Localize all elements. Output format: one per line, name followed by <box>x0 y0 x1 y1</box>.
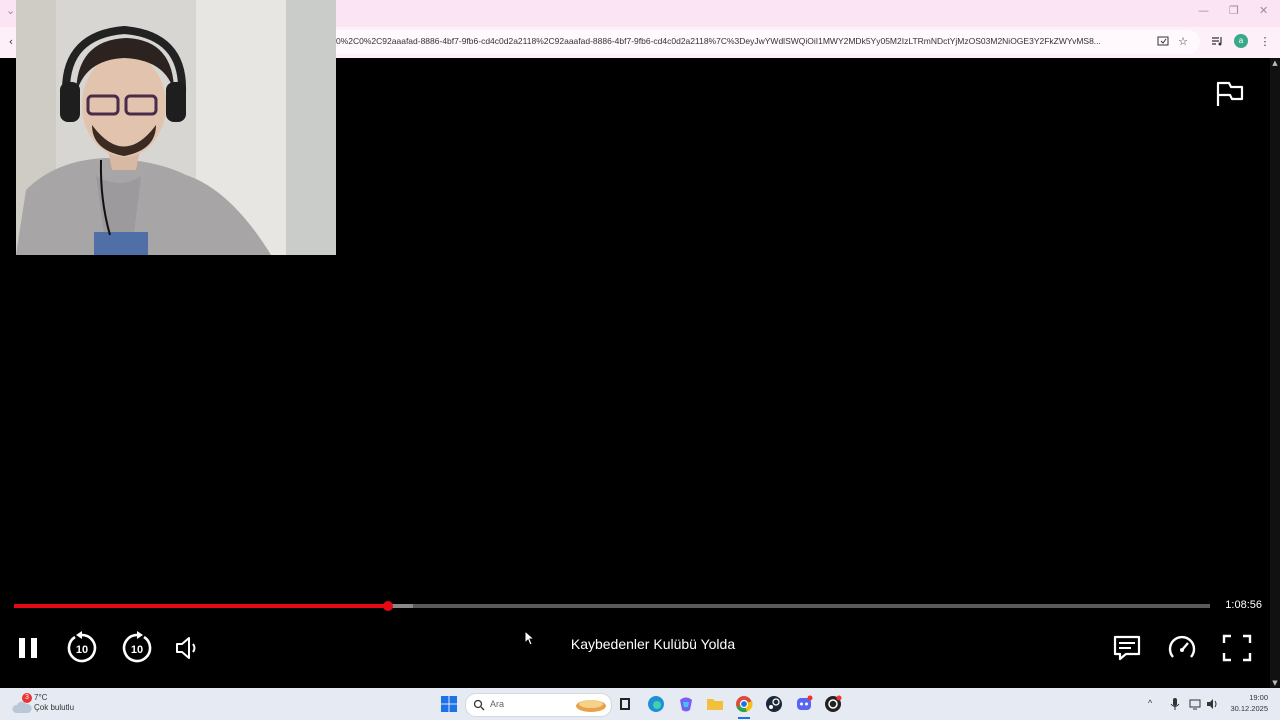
progress-fill <box>14 604 389 608</box>
app-icon[interactable] <box>824 695 842 713</box>
volume-button[interactable] <box>170 631 204 665</box>
speed-gauge-icon <box>1168 635 1196 658</box>
weather-description: Çok bulutlu <box>34 703 75 712</box>
skip-back-label: 10 <box>76 644 88 656</box>
restore-icon[interactable]: ❐ <box>1229 4 1239 17</box>
episode-title: Kaybedenler Kulübü Yolda <box>570 636 736 652</box>
fullscreen-button[interactable] <box>1220 631 1254 665</box>
chrome-icon[interactable] <box>735 695 753 713</box>
tray-overflow-icon[interactable]: ^ <box>1148 698 1152 708</box>
media-control-icon[interactable] <box>1210 34 1224 48</box>
close-icon[interactable]: ✕ <box>1259 4 1268 17</box>
steam-icon[interactable] <box>765 695 783 713</box>
taskbar-search[interactable]: Ara <box>465 693 612 717</box>
speaker-icon[interactable] <box>1205 697 1219 711</box>
windows-start-icon[interactable] <box>440 695 458 713</box>
volume-icon <box>176 637 196 659</box>
report-flag-icon[interactable] <box>1215 80 1245 108</box>
skip-back-10-button[interactable]: 10 <box>65 631 99 665</box>
minimize-icon[interactable]: — <box>1198 4 1209 17</box>
discord-icon[interactable] <box>795 695 813 713</box>
subtitles-icon <box>1113 635 1141 661</box>
search-highlight-icon <box>576 700 606 712</box>
save-page-icon[interactable] <box>1156 34 1170 48</box>
playback-speed-button[interactable] <box>1165 631 1199 665</box>
webcam-overlay <box>16 0 336 255</box>
progress-bar[interactable] <box>14 601 1210 611</box>
weather-temperature: 7°C <box>34 693 48 702</box>
skip-forward-label: 10 <box>131 644 143 656</box>
browser-menu-icon[interactable]: ⋮ <box>1258 34 1272 48</box>
time-remaining: 1:08:56 <box>1225 599 1262 611</box>
active-app-indicator <box>738 717 750 719</box>
webcam-image <box>16 0 336 255</box>
search-icon <box>473 699 485 711</box>
microphone-icon[interactable] <box>1168 697 1182 711</box>
url-text[interactable]: 0%2C0%2C92aaafad-8886-4bf7-9fb6-cd4c0d2a… <box>336 36 1146 46</box>
taskbar: 3 7°C Çok bulutlu Ara ^ 19:00 30.12.2025 <box>0 688 1280 720</box>
mouse-cursor-icon <box>524 630 536 646</box>
weather-widget[interactable]: 3 7°C Çok bulutlu <box>10 693 90 717</box>
progress-scrubber[interactable] <box>383 601 394 611</box>
pause-button[interactable] <box>11 631 45 665</box>
fullscreen-icon <box>1222 634 1252 662</box>
network-icon[interactable] <box>1188 697 1202 711</box>
tab-menu-icon[interactable]: ⌄ <box>6 4 15 17</box>
scroll-down-icon[interactable]: ▼ <box>1270 678 1280 688</box>
scroll-up-icon[interactable]: ▲ <box>1270 58 1280 68</box>
bookmark-star-icon[interactable]: ☆ <box>1176 34 1190 48</box>
profile-avatar[interactable]: a <box>1234 34 1248 48</box>
clock-date[interactable]: 30.12.2025 <box>1222 704 1268 713</box>
copilot-icon[interactable] <box>677 695 695 713</box>
pause-icon <box>19 638 37 658</box>
weather-badge: 3 <box>22 693 32 703</box>
clock-time[interactable]: 19:00 <box>1226 693 1268 702</box>
search-placeholder: Ara <box>490 699 505 709</box>
task-view-icon[interactable] <box>616 695 634 713</box>
edge-browser-icon[interactable] <box>647 695 665 713</box>
forward-10-icon: 10 <box>122 631 152 663</box>
scrollbar[interactable]: ▲ ▼ <box>1270 58 1280 688</box>
skip-forward-10-button[interactable]: 10 <box>120 631 154 665</box>
address-bar[interactable]: 0%2C0%2C92aaafad-8886-4bf7-9fb6-cd4c0d2a… <box>300 30 1200 54</box>
subtitles-button[interactable] <box>1110 631 1144 665</box>
file-explorer-icon[interactable] <box>706 695 724 713</box>
rewind-10-icon: 10 <box>67 631 97 663</box>
